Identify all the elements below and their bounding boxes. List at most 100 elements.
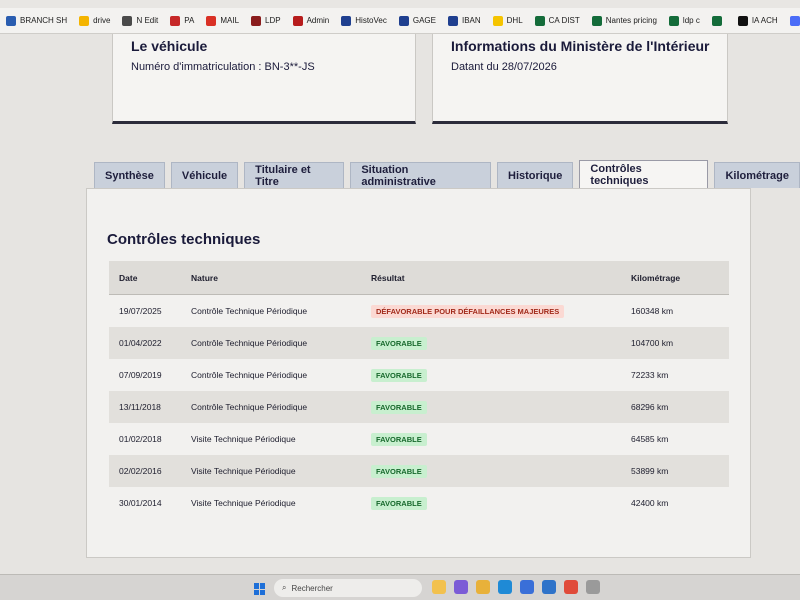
vehicle-card-title: Le véhicule [131,38,208,54]
bookmark-favicon-icon [122,15,133,26]
cell-result: FAVORABLE [371,432,631,446]
bookmark-item[interactable]: Google Gemini [784,15,800,26]
cell-nature: Contrôle Technique Périodique [191,402,308,412]
copilot-icon[interactable] [454,580,468,594]
bookmark-favicon-icon [398,15,409,26]
bookmark-favicon-icon [292,15,303,26]
cell-nature: Contrôle Technique Périodique [191,370,308,380]
bookmark-item[interactable]: LDP [245,15,287,26]
section-title: Contrôles techniques [107,231,261,248]
bookmark-label: IA ACH [751,16,778,25]
app-icon[interactable] [586,580,600,594]
result-badge: FAVORABLE [371,496,427,510]
folder-icon[interactable] [476,580,490,594]
bookmark-item[interactable]: HistoVec [335,15,393,26]
cell-result: FAVORABLE [371,496,631,510]
browser-top-strip [0,0,800,8]
plate-number: Numéro d'immatriculation : BN-3**-JS [131,61,315,73]
outlook-icon[interactable] [542,580,556,594]
bookmark-favicon-icon [251,15,262,26]
bookmark-item[interactable]: GAGE [393,15,442,26]
bookmark-favicon-icon [341,15,352,26]
cell-result: FAVORABLE [371,336,631,350]
taskbar-apps [432,580,600,594]
windows-start-icon[interactable] [254,583,266,595]
taskbar-search[interactable]: ⌕ Rechercher [274,579,422,597]
search-icon: ⌕ [282,583,287,592]
cell-date: 07/09/2019 [119,370,162,380]
cell-date: 30/01/2014 [119,498,162,508]
bookmark-label: IBAN [461,16,481,25]
cell-nature: Contrôle Technique Périodique [191,306,308,316]
ministry-card-title: Informations du Ministère de l'Intérieur [451,38,710,54]
tech-controls-panel: Contrôles techniques Date Nature Résulta… [86,188,751,558]
bookmark-item[interactable]: drive [73,15,116,26]
cell-km: 42400 km [631,498,669,508]
tab-bar: Synthèse Véhicule Titulaire et Titre Situat… [94,160,800,188]
bookmark-label: PA [184,16,195,25]
chrome-icon[interactable] [564,580,578,594]
cell-date: 01/02/2018 [119,434,162,444]
bookmark-label: GAGE [412,16,436,25]
bookmark-item[interactable]: Admin [287,15,336,26]
edge-icon[interactable] [498,580,512,594]
bookmark-label: HistoVec [355,16,387,25]
bookmark-item[interactable]: BRANCH SH [0,15,73,26]
bookmark-label: N Edit [136,16,159,25]
tab-3[interactable]: Situation administrative [350,162,491,188]
bookmark-label: DHL [506,16,523,25]
bookmark-item[interactable]: N Edit [116,15,164,26]
cell-km: 53899 km [631,466,669,476]
cell-date: 13/11/2018 [119,402,161,412]
cell-date: 19/07/2025 [119,306,162,316]
cell-km: 72233 km [631,370,669,380]
bookmark-label: Nantes pricing [605,16,657,25]
cell-nature: Visite Technique Périodique [191,466,296,476]
ministry-date: Datant du 28/07/2026 [451,61,557,73]
tab-5[interactable]: Contrôles techniques [579,160,709,188]
table-body: 19/07/2025 Contrôle Technique Périodique D… [109,295,729,519]
result-badge: FAVORABLE [371,464,427,478]
table-header: Date Nature Résultat Kilométrage [109,261,729,295]
bookmark-favicon-icon [492,15,503,26]
taskbar-search-placeholder: Rechercher [291,583,333,593]
bookmark-item[interactable]: CA DIST [529,15,586,26]
ministry-card: Informations du Ministère de l'Intérieur… [432,34,728,124]
bookmark-favicon-icon [6,15,16,26]
bookmark-item[interactable]: MAIL [200,15,245,26]
result-badge: FAVORABLE [371,432,427,446]
vehicle-card: Le véhicule Numéro d'immatriculation : B… [112,34,416,124]
tab-6[interactable]: Kilométrage [714,162,800,188]
bookmark-item[interactable]: IA ACH [732,15,784,26]
tab-4[interactable]: Historique [497,162,574,188]
file-explorer-icon[interactable] [432,580,446,594]
tab-1[interactable]: Véhicule [170,162,239,188]
cell-km: 160348 km [631,306,674,316]
page-content: Le véhicule Numéro d'immatriculation : B… [0,34,800,574]
table-row: 07/09/2019 Contrôle Technique Périodique F… [109,359,729,391]
bookmark-label: MAIL [220,16,240,25]
bookmark-item[interactable]: ldp c [663,15,706,26]
cell-result: FAVORABLE [371,400,631,414]
result-badge: FAVORABLE [371,368,427,382]
tab-2[interactable]: Titulaire et Titre [244,162,345,188]
bookmark-item[interactable]: PA [164,15,200,26]
bookmark-item[interactable] [706,15,732,26]
cell-nature: Visite Technique Périodique [191,498,296,508]
cell-result: DÉFAVORABLE POUR DÉFAILLANCES MAJEURES [371,304,631,318]
tab-0[interactable]: Synthèse [94,162,165,188]
bookmark-favicon-icon [170,15,181,26]
bookmark-label: CA DIST [548,16,580,25]
header-date: Date [119,272,138,283]
bookmark-item[interactable]: IBAN [442,15,487,26]
bookmark-favicon-icon [789,15,800,26]
bookmark-item[interactable]: DHL [487,15,529,26]
cell-km: 64585 km [631,434,669,444]
bookmark-label: LDP [265,16,281,25]
bookmark-favicon-icon [447,15,458,26]
bookmark-item[interactable]: Nantes pricing [586,15,663,26]
store-icon[interactable] [520,580,534,594]
table-row: 01/02/2018 Visite Technique Périodique FAV… [109,423,729,455]
bookmark-label: drive [93,16,111,25]
header-nature: Nature [191,272,218,283]
